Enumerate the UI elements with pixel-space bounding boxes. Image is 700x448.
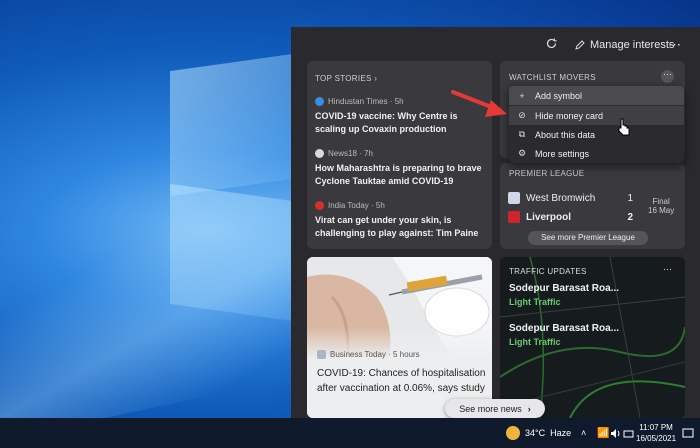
menu-item-about-this-data[interactable]: ⧉ About this data [509, 125, 684, 144]
traffic-item[interactable]: Sodepur Barasat Roa... Light Traffic [509, 283, 679, 307]
see-more-news-button[interactable]: See more news › [445, 399, 545, 418]
card-options-button[interactable]: ⋯ [661, 265, 674, 278]
source-logo [317, 350, 326, 359]
team-crest-icon [508, 192, 520, 204]
show-hidden-icons-button[interactable]: ˄ [581, 418, 586, 448]
notification-center-button[interactable] [682, 418, 694, 448]
premier-league-card: PREMIER LEAGUE West Bromwich 1 Liverpool… [500, 163, 685, 249]
team-row[interactable]: West Bromwich 1 [508, 191, 633, 205]
more-icon: ⋯ [668, 37, 681, 52]
traffic-item[interactable]: Sodepur Barasat Roa... Light Traffic [509, 323, 679, 347]
team-row[interactable]: Liverpool 2 [508, 210, 633, 224]
watchlist-title: WATCHLIST MOVERS [509, 73, 596, 82]
more-options-button[interactable]: ⋯ [668, 37, 681, 53]
source-logo [315, 149, 324, 158]
menu-item-add-symbol[interactable]: + Add symbol [509, 86, 684, 105]
traffic-status: Light Traffic [509, 297, 561, 307]
manage-interests-button[interactable]: Manage interests [575, 39, 674, 51]
see-more-news-label: See more news [459, 403, 522, 414]
story-headline[interactable]: How Maharashtra is preparing to brave Cy… [315, 162, 490, 188]
volume-icon[interactable] [610, 418, 621, 448]
story-source: India Today · 5h [328, 201, 385, 210]
keyboard-icon [623, 430, 634, 437]
manage-interests-label: Manage interests [590, 39, 675, 51]
team-name: West Bromwich [526, 192, 596, 204]
panel-header: Manage interests ⋯ [291, 27, 700, 63]
story-headline[interactable]: Virat can get under your skin, is challe… [315, 214, 490, 240]
language-icon[interactable] [623, 418, 634, 448]
news-story[interactable]: News18 · 7h How Maharashtra is preparing… [315, 148, 490, 188]
story-source: Hindustan Times · 5h [328, 97, 404, 106]
notification-icon [682, 428, 694, 438]
traffic-route: Sodepur Barasat Roa... [509, 283, 620, 294]
chevron-right-icon: › [374, 74, 378, 83]
menu-item-more-settings[interactable]: ⚙ More settings [509, 144, 684, 163]
top-stories-title[interactable]: TOP STORIES › [315, 74, 377, 83]
windows-logo-pane [170, 52, 300, 197]
source-logo [315, 201, 324, 210]
team-score: 2 [627, 211, 633, 223]
card-options-button[interactable]: ⋯ [661, 70, 674, 83]
news-story[interactable]: India Today · 5h Virat can get under you… [315, 200, 490, 240]
traffic-updates-title: TRAFFIC UPDATES [509, 267, 587, 276]
pencil-icon [575, 40, 585, 50]
info-document-icon: ⧉ [518, 129, 526, 139]
card-context-menu: + Add symbol ⊘ Hide money card ⧉ About t… [509, 86, 684, 163]
chevron-right-icon: › [527, 403, 531, 414]
team-crest-icon [508, 211, 520, 223]
story-source: News18 · 7h [328, 149, 373, 158]
match-status: Final 16 May [648, 197, 675, 215]
team-score: 1 [627, 192, 633, 204]
network-icon[interactable]: 📶 [597, 418, 609, 448]
clock-time: 11:07 PM [639, 423, 673, 432]
chevron-up-icon: ˄ [581, 428, 587, 438]
story-headline[interactable]: COVID-19: Chances of hospitalisation aft… [317, 366, 489, 396]
gear-icon: ⚙ [517, 148, 527, 158]
annotation-arrow-icon [451, 90, 507, 117]
speaker-icon [611, 428, 620, 438]
taskbar: 34°C Haze ˄ 📶 11:07 PM 16/05/2021 [0, 418, 700, 448]
hand-cursor-icon [618, 118, 630, 136]
menu-item-hide-money-card[interactable]: ⊘ Hide money card [509, 106, 684, 125]
clock-date: 16/05/2021 [636, 434, 677, 443]
refresh-icon [546, 38, 557, 49]
weather-condition: Haze [550, 428, 572, 438]
traffic-updates-card: TRAFFIC UPDATES ⋯ Sodepur Barasat Roa...… [500, 257, 685, 418]
source-logo [315, 97, 324, 106]
traffic-status: Light Traffic [509, 337, 561, 347]
traffic-route: Sodepur Barasat Roa... [509, 323, 620, 334]
health-news-card[interactable]: Business Today · 5 hours COVID-19: Chanc… [307, 257, 492, 418]
weather-widget-button[interactable]: 34°C Haze [506, 418, 571, 448]
see-more-premier-league-button[interactable]: See more Premier League [528, 231, 648, 245]
clock[interactable]: 11:07 PM 16/05/2021 [636, 418, 676, 448]
windows-logo-pane [170, 183, 300, 323]
refresh-button[interactable] [545, 37, 558, 50]
haze-weather-icon [506, 426, 520, 440]
team-name: Liverpool [526, 211, 572, 223]
temperature: 34°C [525, 428, 546, 438]
story-source: Business Today · 5 hours [317, 349, 420, 360]
premier-league-title: PREMIER LEAGUE [509, 169, 585, 178]
